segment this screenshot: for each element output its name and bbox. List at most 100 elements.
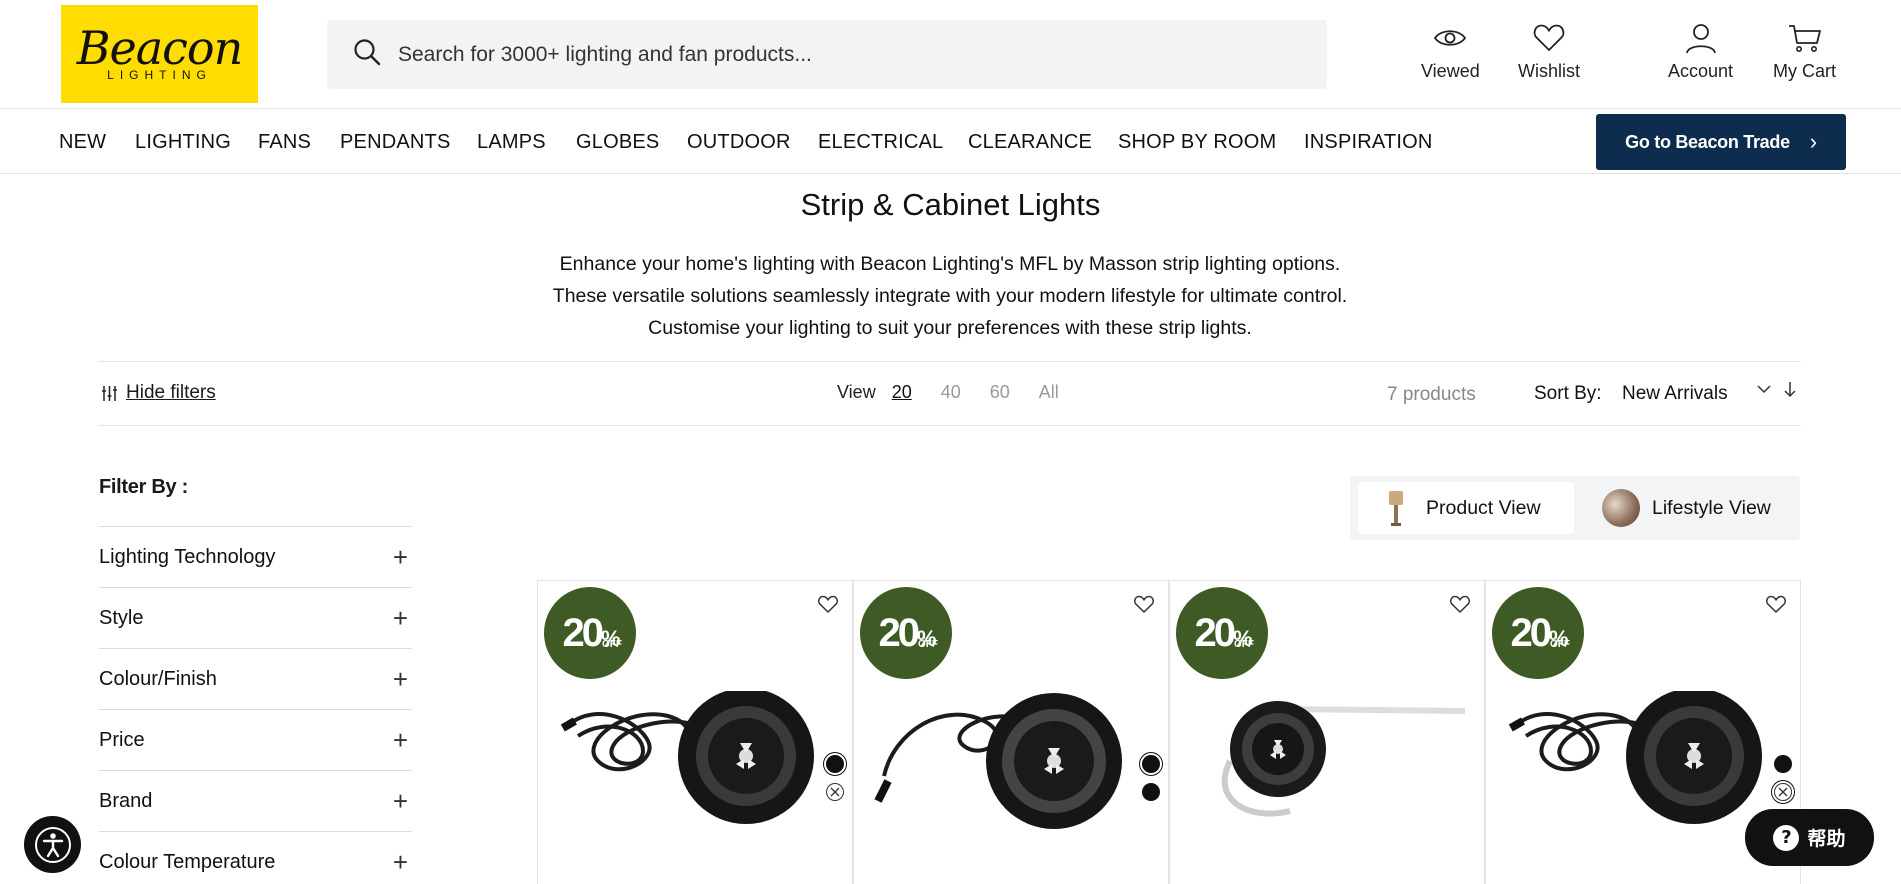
wishlist-label: Wishlist	[1518, 61, 1580, 81]
wishlist-heart-icon[interactable]	[816, 592, 840, 616]
product-grid: 20% OFF 20% OFF 20% OFF 20% OFF	[537, 580, 1801, 884]
badge-off-text: OFF	[1550, 639, 1570, 650]
search-bar[interactable]	[327, 20, 1327, 89]
viewed-label: Viewed	[1421, 61, 1480, 81]
product-thumb-icon	[1386, 489, 1406, 527]
badge-value: 20	[1510, 610, 1551, 655]
filter-label: Colour Temperature	[99, 850, 276, 873]
filter-title: Filter By :	[99, 476, 188, 498]
heart-icon	[1533, 24, 1565, 52]
filter-brand[interactable]: Brand +	[99, 770, 412, 831]
sort-label: Sort By:	[1534, 383, 1602, 404]
swatch-unavailable-icon[interactable]	[826, 783, 844, 801]
swatch-black[interactable]	[1774, 755, 1792, 773]
wishlist-heart-icon[interactable]	[1764, 592, 1788, 616]
filter-colour-finish[interactable]: Colour/Finish +	[99, 648, 412, 709]
badge-value: 20	[1194, 610, 1235, 655]
wishlist-link[interactable]: Wishlist	[1518, 22, 1580, 82]
product-card[interactable]: 20% OFF	[537, 580, 853, 884]
badge-value: 20	[562, 610, 603, 655]
nav-item-pendants[interactable]: PENDANTS	[340, 131, 451, 154]
view-option-40[interactable]: 40	[941, 382, 961, 403]
filter-label: Price	[99, 728, 145, 751]
cart-link[interactable]: My Cart	[1773, 22, 1836, 82]
wishlist-heart-icon[interactable]	[1448, 592, 1472, 616]
help-button[interactable]: ? 帮助	[1745, 809, 1874, 866]
product-view-button[interactable]: Product View	[1358, 482, 1574, 534]
sort-direction-icon[interactable]	[1783, 380, 1797, 403]
nav-item-lamps[interactable]: LAMPS	[477, 131, 546, 154]
nav-item-shop-by-room[interactable]: SHOP BY ROOM	[1118, 131, 1276, 154]
view-option-20[interactable]: 20	[892, 382, 912, 403]
lifestyle-view-label: Lifestyle View	[1652, 496, 1771, 519]
plus-icon: +	[392, 785, 408, 816]
main-nav: NEW LIGHTING FANS PENDANTS LAMPS GLOBES …	[0, 110, 1901, 174]
page-title: Strip & Cabinet Lights	[800, 187, 1101, 222]
view-option-all[interactable]: All	[1039, 382, 1059, 403]
swatch-black[interactable]	[826, 755, 844, 773]
badge-off-text: OFF	[1234, 639, 1254, 650]
strip-light-reel-image[interactable]	[1506, 691, 1786, 851]
plus-icon: +	[392, 602, 408, 633]
nav-item-inspiration[interactable]: INSPIRATION	[1304, 131, 1433, 154]
discount-badge: 20% OFF	[1492, 587, 1584, 679]
discount-badge: 20% OFF	[1176, 587, 1268, 679]
view-option-60[interactable]: 60	[990, 382, 1010, 403]
beacon-logo[interactable]: Beacon LIGHTING	[61, 5, 258, 103]
colour-swatches	[826, 755, 844, 811]
search-input[interactable]	[398, 42, 1298, 67]
product-card[interactable]: 20% OFF	[1169, 580, 1485, 884]
filter-label: Colour/Finish	[99, 667, 217, 690]
filter-sliders-icon	[102, 385, 117, 401]
nav-item-fans[interactable]: FANS	[258, 131, 311, 154]
eye-icon	[1434, 30, 1467, 46]
nav-item-outdoor[interactable]: OUTDOOR	[687, 131, 791, 154]
filter-label: Style	[99, 606, 144, 629]
page-intro: Enhance your home's lighting with Beacon…	[552, 253, 1348, 339]
swatch-black-alt[interactable]	[1142, 783, 1160, 801]
help-label: 帮助	[1807, 828, 1846, 850]
logo-wordmark: Beacon	[76, 21, 244, 75]
beacon-trade-button[interactable]: Go to Beacon Trade ›	[1596, 114, 1846, 170]
sort-select[interactable]: New Arrivals	[1622, 383, 1728, 405]
colour-swatches	[1142, 755, 1160, 811]
logo-subtext: LIGHTING	[107, 68, 212, 82]
lifestyle-view-button[interactable]: Lifestyle View	[1602, 482, 1792, 534]
filter-lighting-technology[interactable]: Lighting Technology +	[99, 526, 412, 587]
viewed-link[interactable]: Viewed	[1421, 22, 1480, 82]
listing-toolbar: Hide filters View 20 40 60 All 7 product…	[99, 361, 1801, 426]
strip-light-reel-image[interactable]	[558, 691, 838, 851]
nav-item-electrical[interactable]: ELECTRICAL	[818, 131, 943, 154]
filter-sidebar: Lighting Technology + Style + Colour/Fin…	[99, 526, 412, 884]
colour-swatches	[1774, 755, 1792, 811]
nav-item-new[interactable]: NEW	[59, 131, 106, 154]
discount-badge: 20% OFF	[860, 587, 952, 679]
plus-icon: +	[392, 663, 408, 694]
cart-icon	[1788, 25, 1821, 52]
nav-item-globes[interactable]: GLOBES	[576, 131, 659, 154]
plus-icon: +	[392, 846, 408, 877]
cart-label: My Cart	[1773, 61, 1836, 81]
wishlist-heart-icon[interactable]	[1132, 592, 1156, 616]
chevron-down-icon[interactable]	[1755, 380, 1773, 403]
filter-price[interactable]: Price +	[99, 709, 412, 770]
lifestyle-thumb-icon	[1602, 489, 1640, 527]
product-card[interactable]: 20% OFF	[853, 580, 1169, 884]
strip-light-reel-image[interactable]	[1190, 691, 1470, 851]
nav-item-lighting[interactable]: LIGHTING	[135, 131, 231, 154]
account-link[interactable]: Account	[1668, 22, 1733, 82]
hide-filters-button[interactable]: Hide filters	[101, 382, 216, 404]
site-header: Beacon LIGHTING Viewed Wishlist Account …	[0, 0, 1901, 109]
accessibility-icon	[34, 826, 71, 863]
beacon-trade-label: Go to Beacon Trade	[1625, 131, 1790, 152]
filter-colour-temperature[interactable]: Colour Temperature +	[99, 831, 412, 884]
accessibility-button[interactable]	[24, 816, 81, 873]
strip-light-reel-image[interactable]	[874, 691, 1154, 851]
hide-filters-label: Hide filters	[126, 382, 216, 403]
per-page-selector: View 20 40 60 All	[837, 382, 1088, 403]
swatch-unavailable-icon[interactable]	[1774, 783, 1792, 801]
filter-style[interactable]: Style +	[99, 587, 412, 648]
search-icon[interactable]	[352, 37, 382, 72]
nav-item-clearance[interactable]: CLEARANCE	[968, 131, 1092, 154]
swatch-black[interactable]	[1142, 755, 1160, 773]
